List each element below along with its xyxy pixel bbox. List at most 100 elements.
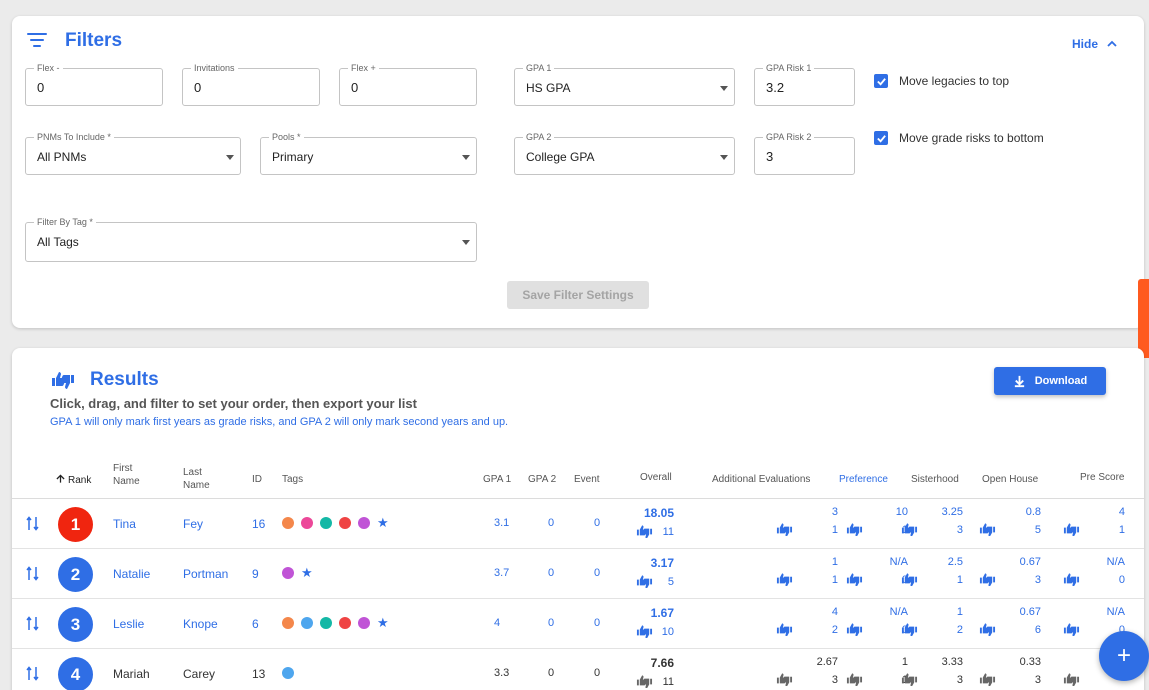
event-column-header[interactable]: Event <box>574 473 600 486</box>
overall-count: 11 <box>662 526 674 538</box>
gpa-risk1-value: 3.2 <box>766 80 785 95</box>
gpa-risk2-label: GPA Risk 2 <box>763 131 815 143</box>
thumbs-up-down-icon <box>1063 622 1080 637</box>
additional-score: 1 <box>831 556 838 568</box>
gpa-risk2-field[interactable]: GPA Risk 2 3 <box>754 131 855 175</box>
checkbox-checked-icon[interactable] <box>874 74 888 88</box>
first-name-cell[interactable]: Tina <box>113 517 136 531</box>
move-grade-risks-checkbox[interactable]: Move grade risks to bottom <box>874 131 1044 145</box>
thumbs-up-down-icon <box>776 522 793 537</box>
thumbs-up-down-icon <box>52 372 74 389</box>
pre-score-column-header[interactable]: Pre Score <box>1080 471 1124 484</box>
last-name-cell[interactable]: Fey <box>183 517 203 531</box>
open-house-count: 5 <box>1034 524 1041 536</box>
first-name-cell[interactable]: Natalie <box>113 567 150 581</box>
last-name-cell[interactable]: Portman <box>183 567 228 581</box>
save-filter-settings-button[interactable]: Save Filter Settings <box>507 281 649 309</box>
tag-dot <box>320 517 332 529</box>
additional-count: 2 <box>831 624 838 636</box>
tags-column-header[interactable]: Tags <box>282 473 303 486</box>
event-cell: 0 <box>594 567 601 579</box>
drag-handle-icon[interactable] <box>26 616 39 631</box>
add-fab-button[interactable]: + <box>1099 631 1149 681</box>
rank-badge: 2 <box>58 557 93 592</box>
move-grade-risks-label: Move grade risks to bottom <box>899 131 1044 145</box>
drag-handle-icon[interactable] <box>26 566 39 581</box>
move-legacies-label: Move legacies to top <box>899 74 1010 88</box>
filters-panel: Filters Hide Flex - 0 Invitations 0 Flex… <box>12 16 1144 328</box>
sort-arrow-up-icon <box>56 474 65 483</box>
pre-score-count: 1 <box>1118 524 1125 536</box>
open-house-column-header[interactable]: Open House <box>982 473 1038 486</box>
id-column-header[interactable]: ID <box>252 473 262 486</box>
gpa2-select[interactable]: GPA 2 College GPA <box>514 131 735 175</box>
open-house-cell: 0.8 5 <box>979 504 1041 544</box>
pools-label: Pools * <box>269 131 304 143</box>
download-button[interactable]: Download <box>994 367 1106 395</box>
rank-badge: 1 <box>58 507 93 542</box>
table-row[interactable]: 1TinaFey16★3.10018.0511311013.2530.8541 <box>12 499 1144 549</box>
rank-badge: 4 <box>58 657 93 690</box>
gpa1-column-header[interactable]: GPA 1 <box>483 473 511 486</box>
pre-score-count: 0 <box>1118 574 1125 586</box>
last-name-cell[interactable]: Knope <box>183 617 218 631</box>
additional-score: 4 <box>831 606 838 618</box>
dropdown-arrow-icon <box>462 155 470 160</box>
overall-score: 7.66 <box>650 656 674 670</box>
first-name-column-header[interactable]: First Name <box>113 462 140 488</box>
hide-filters-button[interactable]: Hide <box>1072 37 1118 51</box>
dropdown-arrow-icon <box>462 240 470 245</box>
sisterhood-column-header[interactable]: Sisterhood <box>911 473 959 486</box>
tag-dot <box>301 517 313 529</box>
gpa2-column-header[interactable]: GPA 2 <box>528 473 556 486</box>
additional-count: 1 <box>831 574 838 586</box>
overall-column-header[interactable]: Overall <box>640 471 672 484</box>
overall-score: 3.17 <box>650 556 674 570</box>
flex-minus-field[interactable]: Flex - 0 <box>25 62 163 106</box>
flex-plus-field[interactable]: Flex + 0 <box>339 62 477 106</box>
id-cell: 13 <box>252 667 266 681</box>
rank-column-header[interactable]: Rank <box>56 474 91 487</box>
first-name-cell[interactable]: Leslie <box>113 617 144 631</box>
gpa2-cell: 0 <box>548 617 555 629</box>
tags-cell: ★ <box>282 615 389 630</box>
first-name-cell: Mariah <box>113 667 150 681</box>
gpa-risk1-field[interactable]: GPA Risk 1 3.2 <box>754 62 855 106</box>
sisterhood-cell: 3.33 3 <box>901 654 963 690</box>
table-row[interactable]: 3LeslieKnope6★4001.671042N/A0120.676N/A0 <box>12 599 1144 649</box>
last-name-column-header[interactable]: Last Name <box>183 466 210 492</box>
tags-cell: ★ <box>282 516 389 529</box>
download-icon <box>1014 375 1024 387</box>
results-subtitle: Click, drag, and filter to set your orde… <box>50 396 417 411</box>
table-row[interactable]: 2NataliePortman9★3.7003.17511N/A02.510.6… <box>12 549 1144 599</box>
move-legacies-checkbox[interactable]: Move legacies to top <box>874 74 1009 88</box>
star-icon: ★ <box>377 615 389 630</box>
pre-score-score: N/A <box>1106 556 1125 568</box>
first-name-header-line2: Name <box>113 476 140 487</box>
drag-handle-icon[interactable] <box>26 516 39 531</box>
side-tab[interactable] <box>1138 279 1149 358</box>
gpa2-cell: 0 <box>548 567 555 579</box>
table-row[interactable]: 4MariahCarey133.3007.66112.673113.3330.3… <box>12 649 1144 690</box>
results-panel: Results Click, drag, and filter to set y… <box>12 348 1144 690</box>
tag-dot <box>301 617 313 629</box>
additional-evaluations-column-header[interactable]: Additional Evaluations <box>712 473 810 486</box>
pnms-select[interactable]: PNMs To Include * All PNMs <box>25 131 241 175</box>
tag-dot <box>358 517 370 529</box>
checkbox-checked-icon[interactable] <box>874 131 888 145</box>
event-cell: 0 <box>594 617 601 629</box>
invitations-field[interactable]: Invitations 0 <box>182 62 320 106</box>
drag-handle-icon[interactable] <box>26 666 39 681</box>
pools-select[interactable]: Pools * Primary <box>260 131 477 175</box>
preference-column-header[interactable]: Preference <box>839 473 888 486</box>
open-house-score: 0.33 <box>1019 656 1041 668</box>
overall-cell: 7.66 11 <box>634 654 674 690</box>
gpa1-select[interactable]: GPA 1 HS GPA <box>514 62 735 106</box>
thumbs-up-down-icon <box>846 622 863 637</box>
sisterhood-cell: 3.25 3 <box>901 504 963 544</box>
tag-filter-select[interactable]: Filter By Tag * All Tags <box>25 216 477 262</box>
gpa2-value: College GPA <box>526 150 595 164</box>
gpa1-cell: 3.7 <box>494 567 510 579</box>
id-cell: 9 <box>252 567 259 581</box>
tag-dot <box>358 617 370 629</box>
